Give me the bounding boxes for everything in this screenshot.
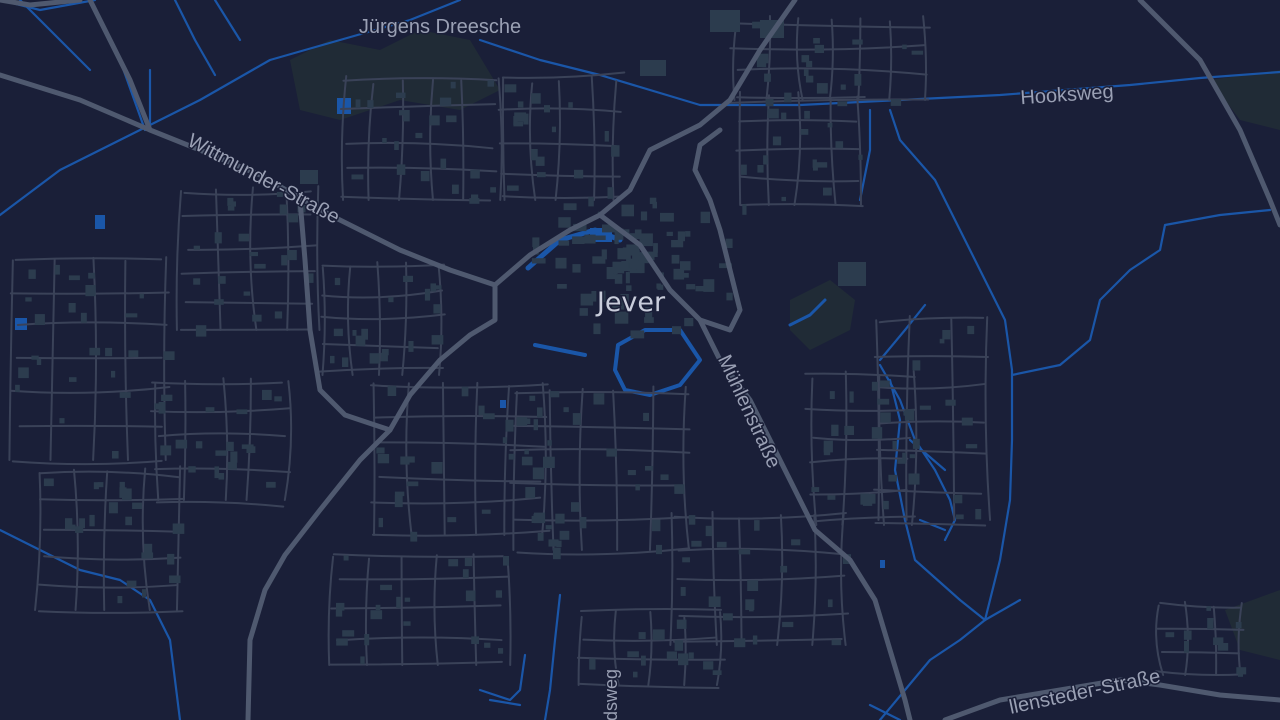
map-view[interactable]: Jürgens Dreesche Hooksweg Wittmunder-Str… [0,0,1280,720]
map-canvas[interactable]: Jürgens Dreesche Hooksweg Wittmunder-Str… [0,0,1280,720]
street-label-bottom[interactable]: dsweg [600,667,623,720]
town-label-jever[interactable]: Jever [593,286,667,320]
district-label-juergens-dreesche[interactable]: Jürgens Dreesche [357,15,522,40]
map-background [0,0,1280,720]
